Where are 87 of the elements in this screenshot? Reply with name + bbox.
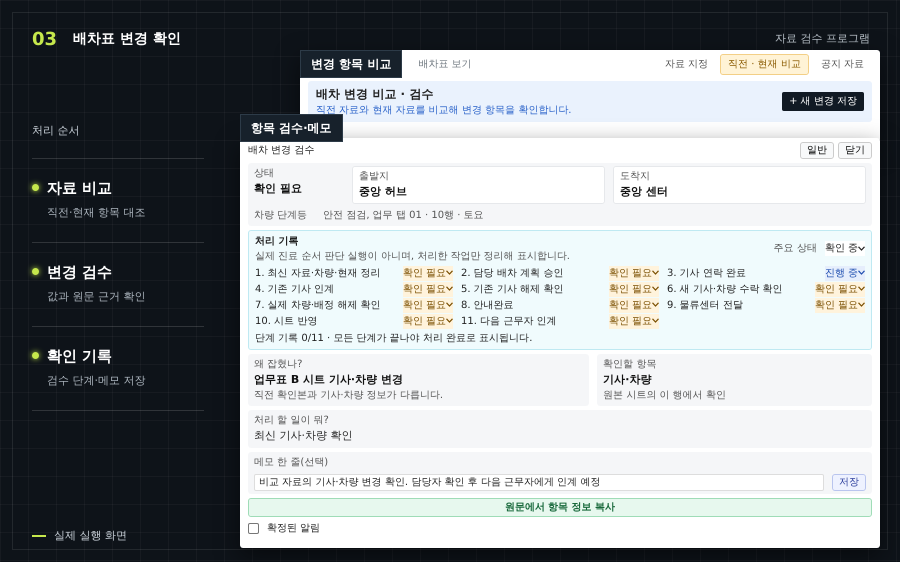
task-label: 3. 기사 연락 완료: [667, 266, 746, 280]
tab[interactable]: 자료 지정: [656, 54, 716, 74]
step-title: 변경 검수: [47, 262, 112, 282]
status-dropdown[interactable]: 확인 필요: [402, 282, 453, 296]
log-title: 처리 기록: [255, 234, 300, 248]
task-label: 10. 시트 반영: [255, 314, 318, 328]
page-title: 배차표 변경 확인: [73, 30, 181, 49]
checkbox-label: 확정된 알림: [267, 522, 320, 536]
log-description: 실제 진료 순서 판단 실행이 아니며, 처리한 작업만 정리해 표시합니다.: [255, 250, 570, 264]
field-note: 원본 시트의 이 행에서 확인: [603, 389, 727, 403]
caret-icon: [858, 246, 865, 251]
panel-title: 배차 변경 비교 · 검수: [316, 86, 434, 103]
status-dropdown[interactable]: 확인 필요: [608, 298, 659, 312]
save-button[interactable]: 저장: [832, 474, 866, 490]
caret-icon: [652, 286, 659, 292]
field-value: 중앙 센터: [620, 184, 669, 200]
caret-icon: [446, 270, 453, 276]
field-label: 도착지: [620, 170, 651, 184]
field-value: 안전 점검, 업무 탭 01 · 10행 · 토요: [323, 208, 484, 222]
tab[interactable]: 직전 · 현재 비교: [720, 54, 809, 74]
status-dropdown[interactable]: 확인 필요: [814, 298, 865, 312]
log-summary: 단계 기록 0/11 · 모든 단계가 끝나야 처리 완료로 표시됩니다.: [255, 332, 534, 346]
field-value: 업무표 B 시트 기사·차량 변경: [254, 372, 404, 388]
task-label: 8. 안내완료: [461, 298, 514, 312]
field-label: 출발지: [359, 170, 390, 184]
status-dropdown[interactable]: 확인 필요: [402, 314, 453, 328]
caret-icon: [652, 270, 659, 276]
breadcrumb[interactable]: 배차표 보기: [418, 56, 472, 72]
header-button[interactable]: 닫기: [838, 142, 872, 159]
status-dropdown[interactable]: 진행 중: [824, 266, 865, 280]
field-label: 주요 상태: [774, 242, 817, 256]
copy-button[interactable]: 원문에서 항목 정보 복사: [248, 498, 872, 516]
field-note: 직전 확인본과 기사·차량 정보가 다릅니다.: [254, 389, 444, 403]
section-number: 03: [32, 28, 58, 52]
task-label: 2. 담당 배차 계획 승인: [461, 266, 564, 280]
caret-icon: [858, 302, 865, 308]
caret-icon: [652, 302, 659, 308]
status-dropdown[interactable]: 확인 필요: [608, 266, 659, 280]
task-label: 11. 다음 근무자 인계: [461, 314, 556, 328]
footer-caption: 실제 실행 화면: [54, 528, 127, 544]
step-title: 확인 기록: [47, 346, 112, 366]
task-label: 7. 실제 차량·배정 해제 확인: [255, 298, 380, 312]
step-title: 자료 비교: [47, 178, 112, 198]
task-label: 5. 기존 기사 해제 확인: [461, 282, 564, 296]
field-label: 왜 잡혔나?: [254, 358, 304, 372]
step-subtitle: 검수 단계·메모 저장: [47, 373, 146, 389]
field-label: 상태: [254, 167, 275, 181]
task-label: 6. 새 기사·차량 수락 확인: [667, 282, 782, 296]
status-dropdown[interactable]: 확인 필요: [402, 266, 453, 280]
field-label: 차량 단계등: [254, 208, 308, 222]
step-dot: [32, 268, 39, 276]
window-label: 변경 항목 비교: [300, 50, 402, 78]
accent-dash: [32, 534, 46, 537]
step-dot: [32, 352, 39, 360]
field-label: 처리 할 일이 뭐?: [254, 414, 330, 428]
step-dot: [32, 184, 39, 192]
task-label: 9. 물류센터 전달: [667, 298, 743, 312]
caret-icon: [652, 318, 659, 324]
field-value: 중앙 허브: [359, 184, 408, 200]
tab[interactable]: 공지 자료: [812, 54, 872, 74]
caret-icon: [858, 286, 865, 292]
field-label: 확인할 항목: [603, 358, 658, 372]
field-value: 확인 필요: [254, 181, 303, 197]
status-dropdown[interactable]: 확인 필요: [402, 298, 453, 312]
step-subtitle: 직전·현재 항목 대조: [47, 205, 146, 221]
caret-icon: [446, 318, 453, 324]
field-value: 기사·차량: [603, 372, 652, 388]
memo-field[interactable]: 비교 자료의 기사·차량 변경 확인. 담당자 확인 후 다음 근무자에게 인계 예정: [254, 474, 824, 490]
checkbox[interactable]: [248, 522, 259, 534]
product-name: 자료 검수 프로그램: [775, 31, 870, 48]
caret-icon: [446, 286, 453, 292]
steps-heading: 처리 순서: [32, 123, 204, 158]
field-label: 메모 한 줄(선택): [254, 456, 330, 470]
caret-icon: [446, 302, 453, 308]
window-label: 항목 검수·메모: [240, 114, 343, 142]
header-button[interactable]: 일반: [800, 142, 834, 159]
status-dropdown[interactable]: 확인 필요: [608, 282, 659, 296]
status-dropdown[interactable]: 확인 중: [824, 241, 865, 256]
task-label: 1. 최신 자료·차량·현재 정리: [255, 266, 380, 280]
save-button[interactable]: + 새 변경 저장: [782, 92, 864, 111]
caret-icon: [858, 270, 865, 276]
step-subtitle: 값과 원문 근거 확인: [47, 289, 146, 305]
field-value: 최신 기사·차량 확인: [254, 428, 354, 444]
status-dropdown[interactable]: 확인 필요: [608, 314, 659, 328]
status-dropdown[interactable]: 확인 필요: [814, 282, 865, 296]
window-title: 배차 변경 검수: [248, 144, 314, 158]
task-label: 4. 기존 기사 인계: [255, 282, 334, 296]
